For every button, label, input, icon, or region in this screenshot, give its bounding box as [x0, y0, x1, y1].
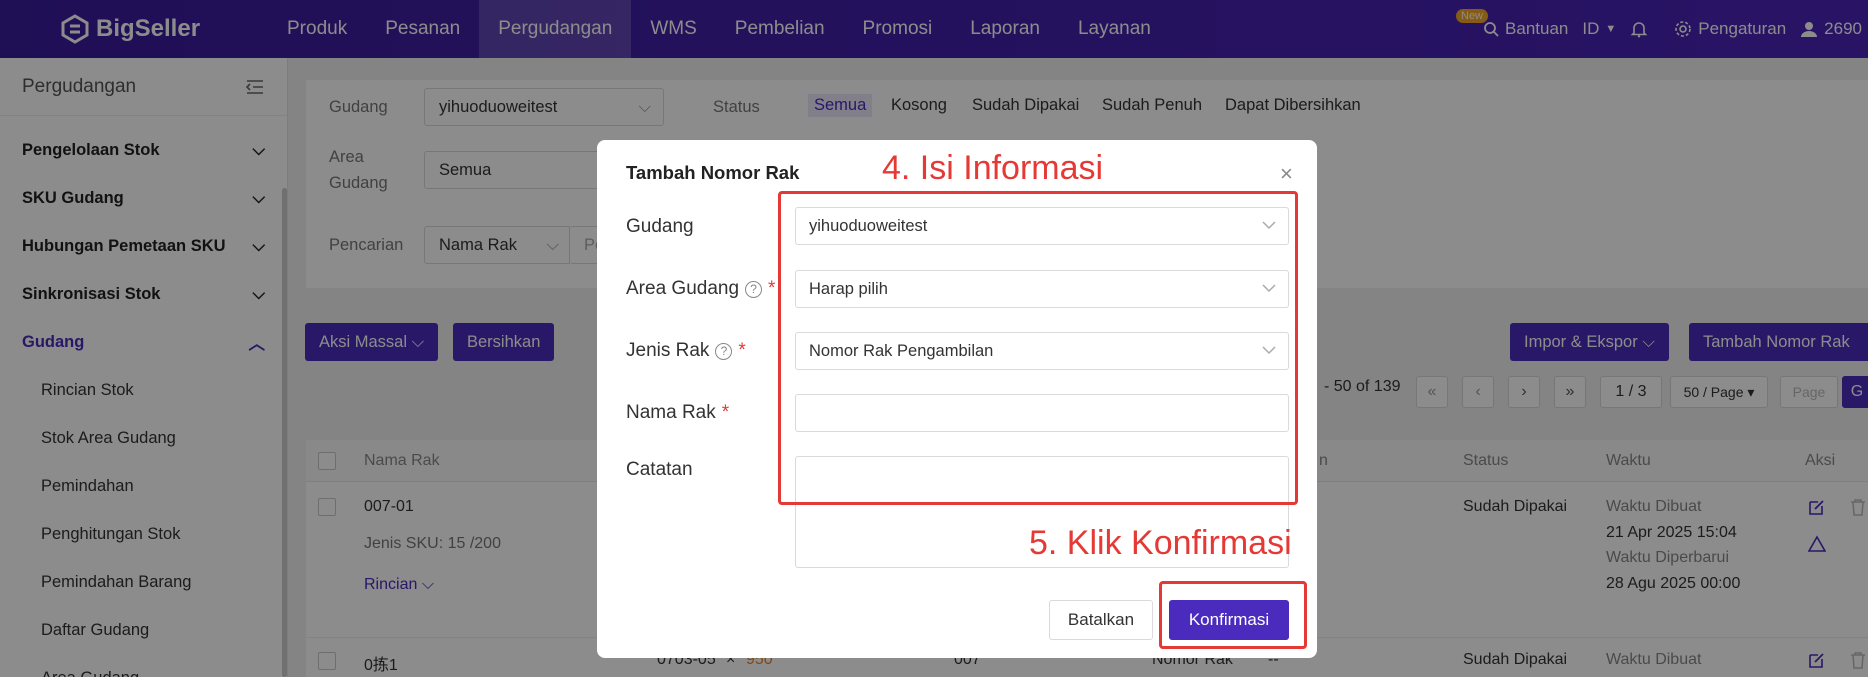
- help-circle-icon[interactable]: ?: [745, 280, 763, 298]
- rack-name-label-text: Nama Rak: [626, 402, 716, 423]
- warehouse-label-text: Gudang: [626, 216, 694, 237]
- rack-type-label-text: Jenis Rak: [626, 340, 710, 361]
- note-label-text: Catatan: [626, 459, 693, 480]
- required-mark: *: [768, 278, 776, 299]
- help-circle-icon[interactable]: ?: [715, 342, 733, 360]
- required-mark: *: [738, 340, 746, 361]
- annotation-box-confirm: [1159, 581, 1307, 649]
- dialog-title: Tambah Nomor Rak: [626, 162, 800, 183]
- annotation-step-4: 4. Isi Informasi: [882, 149, 1104, 187]
- area-field-label: Area Gudang ? *: [626, 278, 775, 300]
- required-mark: *: [721, 402, 730, 423]
- annotation-box-fill-info: [778, 191, 1298, 505]
- close-icon[interactable]: ×: [1280, 161, 1293, 187]
- annotation-step-5: 5. Klik Konfirmasi: [1029, 524, 1292, 562]
- rack-type-field-label: Jenis Rak ? *: [626, 340, 746, 362]
- cancel-button[interactable]: Batalkan: [1049, 600, 1153, 640]
- note-field-label: Catatan: [626, 459, 693, 481]
- rack-name-field-label: Nama Rak *: [626, 402, 729, 424]
- warehouse-field-label: Gudang: [626, 216, 694, 238]
- area-label-text: Area Gudang: [626, 278, 740, 299]
